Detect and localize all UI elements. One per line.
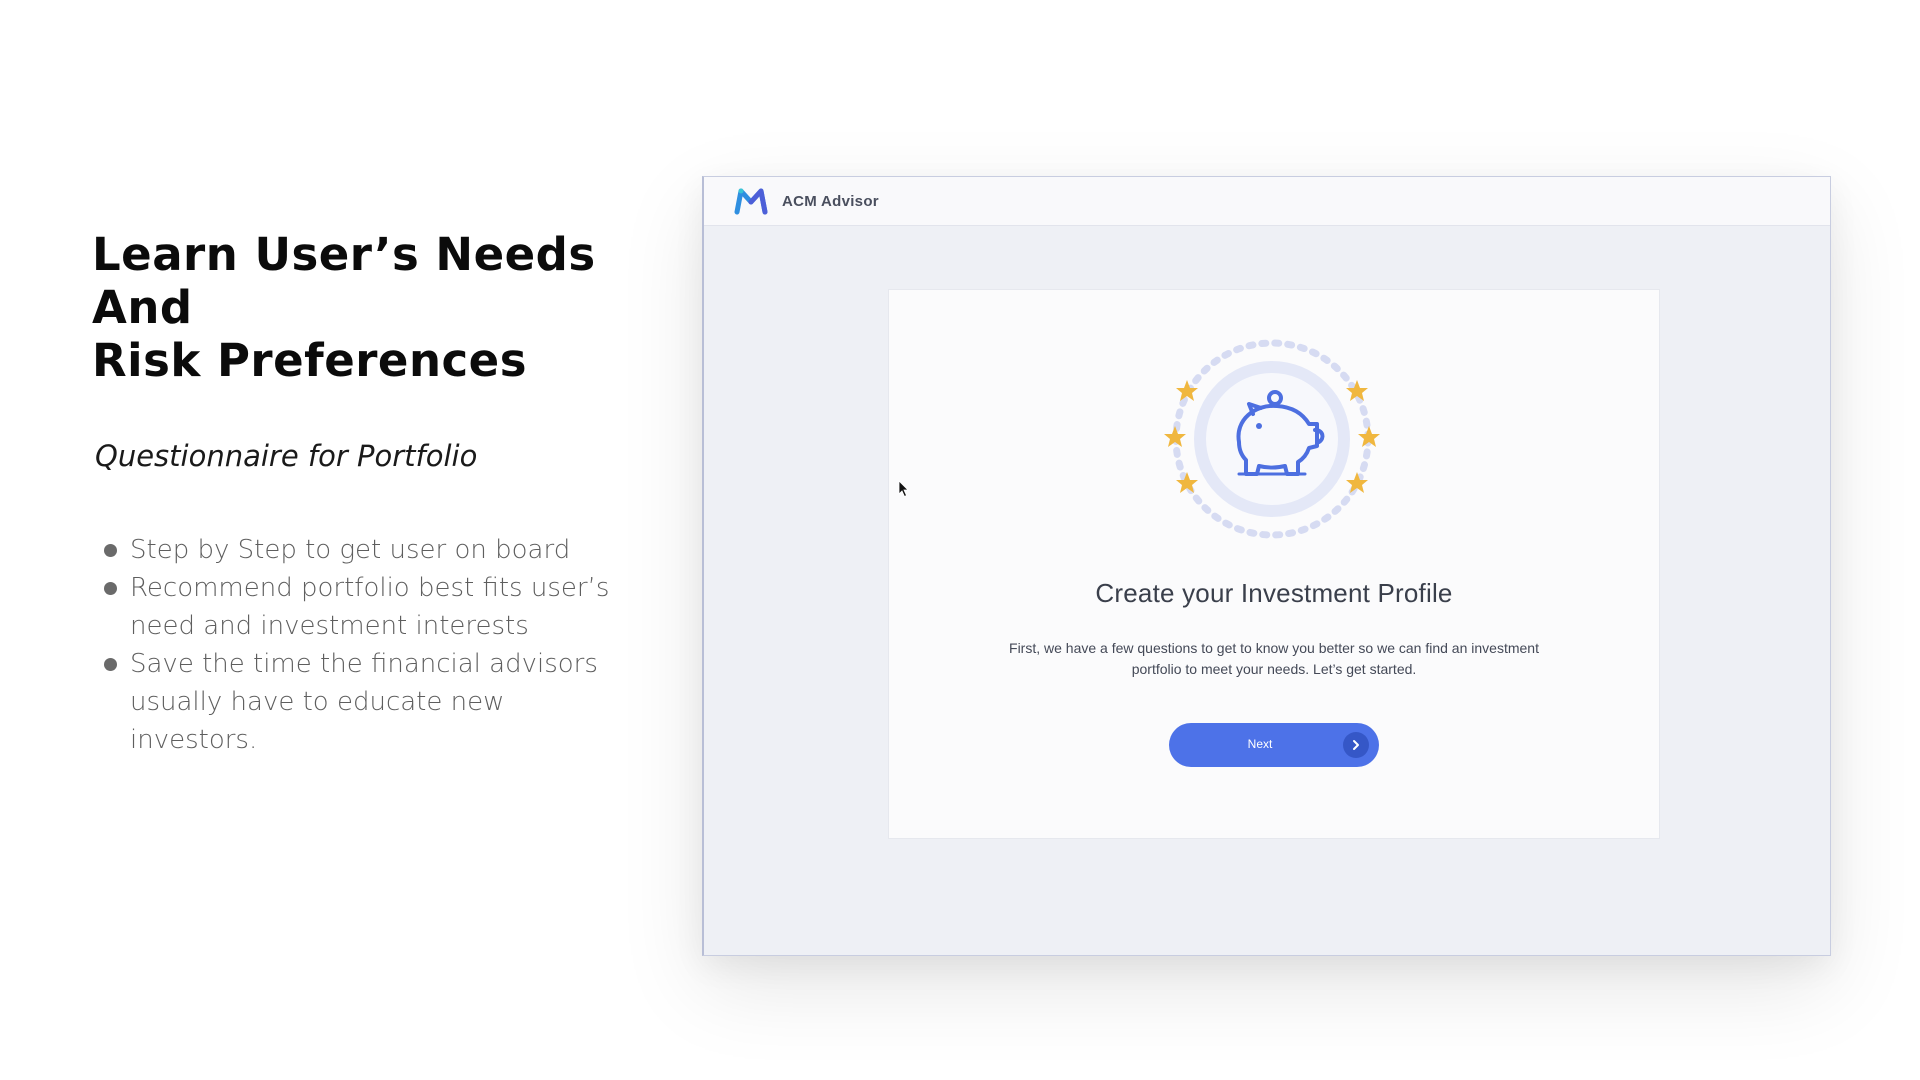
bullet-text: Recommend portfolio best fits user’s nee… <box>130 573 610 641</box>
bullet-dot-icon <box>104 544 117 557</box>
next-button[interactable]: Next <box>1169 723 1379 767</box>
app-title: ACM Advisor <box>782 192 879 210</box>
acm-logo-icon[interactable] <box>734 187 768 215</box>
onboarding-card: Create your Investment Profile First, we… <box>888 289 1660 839</box>
headline-line: Risk Preferences <box>92 334 527 387</box>
mouse-pointer-icon <box>898 480 909 498</box>
chevron-right-icon <box>1343 732 1369 758</box>
slide-subtitle: Questionnaire for Portfolio <box>95 439 478 473</box>
slide-text-column: Learn User’s Needs And Risk Preferences … <box>92 228 612 759</box>
piggy-bank-icon <box>1164 339 1380 539</box>
bullet-text: Step by Step to get user on board <box>130 535 571 565</box>
app-window: ACM Advisor Create your Investment Profi… <box>702 176 1831 956</box>
next-button-label: Next <box>1247 737 1273 751</box>
headline-line: Learn User’s Needs <box>92 228 596 281</box>
card-title: Create your Investment Profile <box>1095 578 1453 608</box>
bullet-dot-icon <box>104 582 117 595</box>
headline-line: And <box>92 281 193 334</box>
slide-headline: Learn User’s Needs And Risk Preferences <box>92 228 612 387</box>
bullet-item: Save the time the financial advisors usu… <box>92 645 610 759</box>
bullet-list: Step by Step to get user on board Recomm… <box>92 531 612 759</box>
card-description: First, we have a few questions to get to… <box>1009 640 1539 677</box>
bullet-dot-icon <box>104 658 117 671</box>
app-header: ACM Advisor <box>704 177 1830 226</box>
bullet-item: Recommend portfolio best fits user’s nee… <box>92 569 610 645</box>
bullet-item: Step by Step to get user on board <box>92 531 610 569</box>
slide: Learn User’s Needs And Risk Preferences … <box>0 0 1920 1080</box>
bullet-text: Save the time the financial advisors usu… <box>130 649 598 755</box>
